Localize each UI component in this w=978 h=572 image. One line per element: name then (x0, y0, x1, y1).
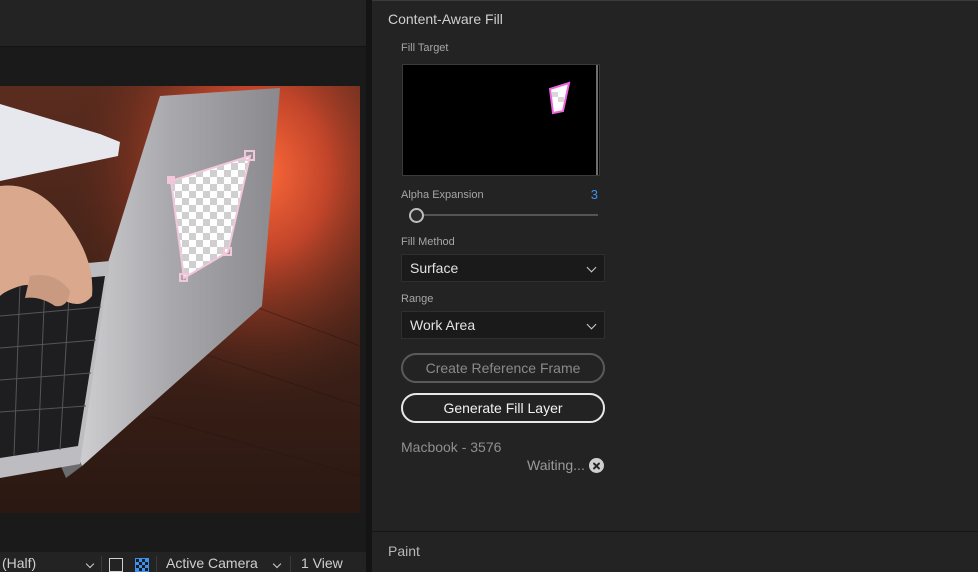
composition-panel-header (0, 0, 366, 47)
chevron-down-icon (586, 319, 597, 330)
fill-method-dropdown[interactable]: Surface (401, 254, 605, 282)
view-layout-dropdown[interactable]: 1 View (301, 555, 343, 571)
status-text: Waiting... (527, 457, 585, 473)
range-value: Work Area (410, 317, 476, 333)
panel-title: Content-Aware Fill (388, 11, 503, 27)
panel-divider (372, 531, 978, 532)
transparency-grid-icon[interactable] (135, 558, 149, 572)
fill-method-label: Fill Method (401, 236, 455, 248)
fill-method-value: Surface (410, 260, 459, 276)
alpha-expansion-slider-knob[interactable] (409, 208, 424, 223)
cancel-icon[interactable] (589, 458, 604, 473)
footage-frame (0, 86, 360, 513)
divider (290, 556, 291, 572)
fill-target-label: Fill Target (401, 42, 449, 54)
alpha-expansion-label: Alpha Expansion (401, 189, 484, 201)
alpha-expansion-slider-track[interactable] (416, 214, 598, 216)
active-camera-dropdown[interactable]: Active Camera (166, 555, 258, 571)
panel-top-border (372, 0, 978, 1)
composition-viewer[interactable] (0, 86, 360, 513)
create-reference-frame-button[interactable]: Create Reference Frame (401, 353, 605, 383)
resolution-dropdown[interactable]: (Half) (2, 555, 36, 571)
range-label: Range (401, 293, 434, 305)
divider (156, 556, 157, 572)
fill-target-mask-preview (548, 65, 598, 175)
alpha-expansion-value[interactable]: 3 (584, 187, 598, 202)
fill-target-preview (402, 64, 600, 176)
divider (101, 556, 102, 572)
region-of-interest-icon[interactable] (109, 558, 123, 572)
generate-fill-layer-button[interactable]: Generate Fill Layer (401, 393, 605, 423)
range-dropdown[interactable]: Work Area (401, 311, 605, 339)
paint-panel-title[interactable]: Paint (388, 543, 420, 559)
chevron-down-icon (586, 262, 597, 273)
layer-name: Macbook - 3576 (401, 439, 502, 455)
